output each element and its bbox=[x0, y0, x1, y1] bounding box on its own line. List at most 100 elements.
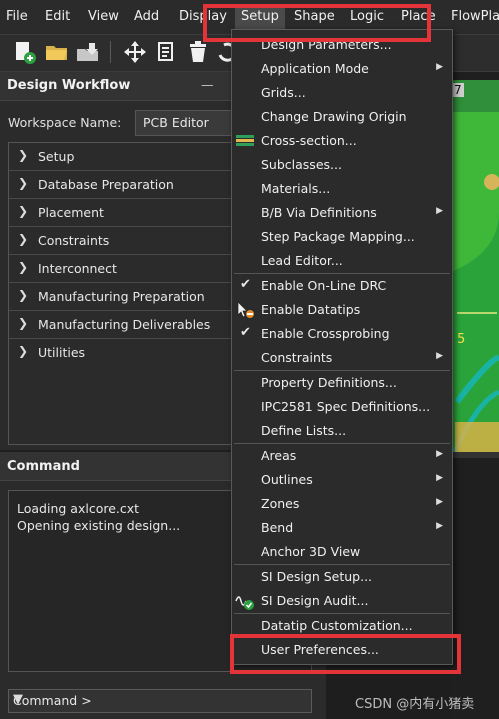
menu-item-constraints[interactable]: Constraints ▶ bbox=[232, 346, 452, 370]
workflow-item-manufacturing-deliverables[interactable]: ❯ Manufacturing Deliverables bbox=[9, 311, 244, 339]
menu-add[interactable]: Add bbox=[134, 9, 159, 24]
menu-item-change-drawing-origin[interactable]: Change Drawing Origin bbox=[232, 105, 452, 129]
menu-item-lead-editor[interactable]: Lead Editor... bbox=[232, 249, 452, 273]
menu-item-label: Anchor 3D View bbox=[261, 544, 361, 559]
workflow-item-placement[interactable]: ❯ Placement bbox=[9, 199, 244, 227]
chevron-right-icon: ❯ bbox=[18, 232, 29, 246]
workflow-item-manufacturing-preparation[interactable]: ❯ Manufacturing Preparation bbox=[9, 283, 244, 311]
check-icon: ✔ bbox=[240, 277, 251, 292]
workflow-item-label: Database Preparation bbox=[38, 177, 174, 192]
menu-item-label: Step Package Mapping... bbox=[261, 229, 415, 244]
menu-item-ipc2581-spec-definitions[interactable]: IPC2581 Spec Definitions... bbox=[232, 395, 452, 419]
copy-icon[interactable] bbox=[154, 39, 180, 65]
menu-item-anchor-3d-view[interactable]: Anchor 3D View bbox=[232, 540, 452, 564]
menu-item-label: IPC2581 Spec Definitions... bbox=[261, 399, 431, 414]
submenu-arrow-icon: ▶ bbox=[436, 473, 443, 483]
new-design-icon[interactable] bbox=[12, 39, 38, 65]
menu-item-subclasses[interactable]: Subclasses... bbox=[232, 153, 452, 177]
menu-item-grids[interactable]: Grids... bbox=[232, 81, 452, 105]
command-input[interactable]: Command > ▼ bbox=[8, 689, 312, 713]
menu-item-zones[interactable]: Zones ▶ bbox=[232, 492, 452, 516]
chevron-right-icon: ❯ bbox=[18, 148, 29, 162]
menu-item-property-definitions[interactable]: Property Definitions... bbox=[232, 371, 452, 395]
workflow-item-interconnect[interactable]: ❯ Interconnect bbox=[9, 255, 244, 283]
menu-item-si-design-setup[interactable]: SI Design Setup... bbox=[232, 565, 452, 589]
menu-item-label: B/B Via Definitions bbox=[261, 205, 377, 220]
highlight-box-menu bbox=[203, 4, 431, 42]
menu-edit[interactable]: Edit bbox=[45, 9, 70, 24]
submenu-arrow-icon: ▶ bbox=[436, 497, 443, 507]
save-icon[interactable] bbox=[75, 39, 101, 65]
submenu-arrow-icon: ▶ bbox=[436, 351, 443, 361]
check-icon: ✔ bbox=[240, 325, 251, 340]
menu-item-label: SI Design Setup... bbox=[261, 569, 373, 584]
menu-item-materials[interactable]: Materials... bbox=[232, 177, 452, 201]
menu-item-label: SI Design Audit... bbox=[261, 593, 369, 608]
menu-item-application-mode[interactable]: Application Mode ▶ bbox=[232, 57, 452, 81]
menu-view[interactable]: View bbox=[88, 9, 119, 24]
workflow-item-label: Placement bbox=[38, 205, 104, 220]
menu-item-si-design-audit[interactable]: SI Design Audit... bbox=[232, 589, 452, 613]
menu-item-bb-via-definitions[interactable]: B/B Via Definitions ▶ bbox=[232, 201, 452, 225]
chevron-right-icon: ❯ bbox=[18, 176, 29, 190]
workflow-item-label: Manufacturing Preparation bbox=[38, 289, 205, 304]
menu-item-label: Bend bbox=[261, 520, 294, 535]
highlight-box-user-preferences bbox=[230, 634, 461, 674]
menu-item-label: Change Drawing Origin bbox=[261, 109, 407, 124]
workflow-list-extent bbox=[8, 368, 245, 445]
menu-item-label: Enable Datatips bbox=[261, 302, 361, 317]
workflow-list: ❯ Setup ❯ Database Preparation ❯ Placement … bbox=[8, 142, 245, 370]
open-folder-icon[interactable] bbox=[44, 39, 70, 65]
canvas-label: 5 bbox=[457, 332, 466, 347]
workflow-item-label: Utilities bbox=[38, 345, 86, 360]
menu-item-step-package-mapping[interactable]: Step Package Mapping... bbox=[232, 225, 452, 249]
workflow-item-label: Setup bbox=[38, 149, 75, 164]
chevron-right-icon: ❯ bbox=[18, 204, 29, 218]
submenu-arrow-icon: ▶ bbox=[436, 62, 443, 72]
menu-item-label: Enable On-Line DRC bbox=[261, 278, 387, 293]
workflow-item-setup[interactable]: ❯ Setup bbox=[9, 143, 244, 171]
menu-item-label: Zones bbox=[261, 496, 300, 511]
menu-item-label: Cross-section... bbox=[261, 133, 357, 148]
menu-item-label: Property Definitions... bbox=[261, 375, 397, 390]
workflow-item-database-preparation[interactable]: ❯ Database Preparation bbox=[9, 171, 244, 199]
canvas-label: 7 bbox=[452, 83, 464, 97]
workspace-name-label: Workspace Name: bbox=[8, 115, 122, 130]
command-log-line: Opening existing design... bbox=[17, 518, 181, 533]
menu-item-outlines[interactable]: Outlines ▶ bbox=[232, 468, 452, 492]
workflow-item-utilities[interactable]: ❯ Utilities bbox=[9, 339, 244, 366]
chevron-right-icon: ❯ bbox=[18, 316, 29, 330]
dropdown-arrow-icon[interactable]: ▼ bbox=[13, 692, 307, 707]
menu-item-label: Define Lists... bbox=[261, 423, 347, 438]
workflow-item-label: Constraints bbox=[38, 233, 110, 248]
delete-icon[interactable] bbox=[185, 39, 211, 65]
menu-flowplan[interactable]: FlowPlan bbox=[451, 9, 499, 24]
workspace-name-value: PCB Editor bbox=[143, 115, 209, 130]
move-icon[interactable] bbox=[122, 39, 148, 65]
menu-item-label: Constraints bbox=[261, 350, 333, 365]
menu-item-enable-crossprobing[interactable]: ✔ Enable Crossprobing bbox=[232, 322, 452, 346]
menu-item-define-lists[interactable]: Define Lists... bbox=[232, 419, 452, 443]
menu-item-enable-datatips[interactable]: Enable Datatips bbox=[232, 298, 452, 322]
menu-item-label: Application Mode bbox=[261, 61, 369, 76]
submenu-arrow-icon: ▶ bbox=[436, 521, 443, 531]
command-log-line: Loading axlcore.cxt bbox=[17, 501, 140, 516]
menu-item-cross-section[interactable]: Cross-section... bbox=[232, 129, 452, 153]
toolbar-separator bbox=[110, 41, 111, 63]
datatip-icon bbox=[237, 301, 254, 318]
menu-item-label: Enable Crossprobing bbox=[261, 326, 390, 341]
menu-item-bend[interactable]: Bend ▶ bbox=[232, 516, 452, 540]
menu-item-label: Lead Editor... bbox=[261, 253, 343, 268]
menu-item-enable-online-drc[interactable]: ✔ Enable On-Line DRC bbox=[232, 274, 452, 298]
workflow-item-label: Manufacturing Deliverables bbox=[38, 317, 211, 332]
menu-item-areas[interactable]: Areas ▶ bbox=[232, 444, 452, 468]
workflow-item-constraints[interactable]: ❯ Constraints bbox=[9, 227, 244, 255]
menu-item-label: Subclasses... bbox=[261, 157, 342, 172]
design-workflow-title: Design Workflow bbox=[7, 78, 131, 93]
si-audit-icon bbox=[235, 596, 254, 610]
chevron-right-icon: ❯ bbox=[18, 288, 29, 302]
menu-file[interactable]: File bbox=[6, 9, 28, 24]
pin-icon[interactable]: — bbox=[201, 77, 214, 92]
submenu-arrow-icon: ▶ bbox=[436, 449, 443, 459]
chevron-right-icon: ❯ bbox=[18, 344, 29, 358]
